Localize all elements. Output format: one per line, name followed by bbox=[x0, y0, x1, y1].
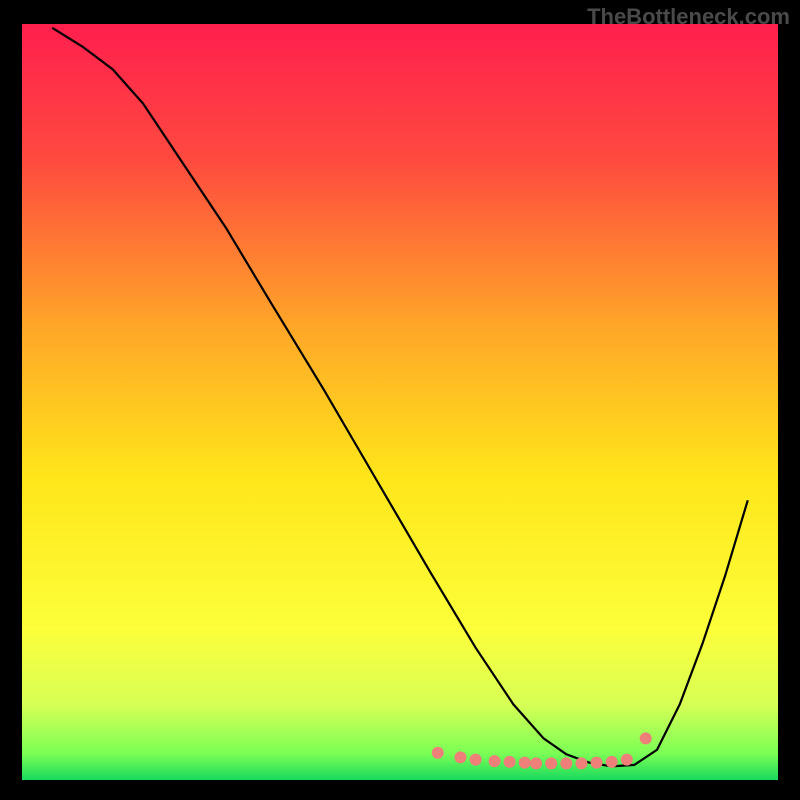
chart-hover-cell[interactable] bbox=[211, 24, 249, 780]
chart-hover-cell[interactable] bbox=[589, 24, 627, 780]
chart-hover-cell[interactable] bbox=[476, 24, 514, 780]
chart-hover-cell[interactable] bbox=[287, 24, 325, 780]
chart-hover-cell[interactable] bbox=[22, 24, 60, 780]
chart-hover-cell[interactable] bbox=[627, 24, 665, 780]
bottleneck-chart bbox=[0, 0, 800, 800]
chart-hover-cell[interactable] bbox=[551, 24, 589, 780]
chart-hover-cell[interactable] bbox=[173, 24, 211, 780]
chart-hover-cell[interactable] bbox=[400, 24, 438, 780]
chart-hover-cell[interactable] bbox=[665, 24, 703, 780]
chart-hover-cell[interactable] bbox=[702, 24, 740, 780]
chart-hover-cell[interactable] bbox=[362, 24, 400, 780]
watermark-text: TheBottleneck.com bbox=[587, 4, 790, 30]
chart-hover-cell[interactable] bbox=[513, 24, 551, 780]
chart-hover-cell[interactable] bbox=[438, 24, 476, 780]
chart-hover-cell[interactable] bbox=[324, 24, 362, 780]
chart-hover-cell[interactable] bbox=[98, 24, 136, 780]
chart-hover-cell[interactable] bbox=[740, 24, 778, 780]
chart-hover-cell[interactable] bbox=[60, 24, 98, 780]
chart-hover-cell[interactable] bbox=[249, 24, 287, 780]
chart-hover-cell[interactable] bbox=[135, 24, 173, 780]
chart-container: TheBottleneck.com bbox=[0, 0, 800, 800]
